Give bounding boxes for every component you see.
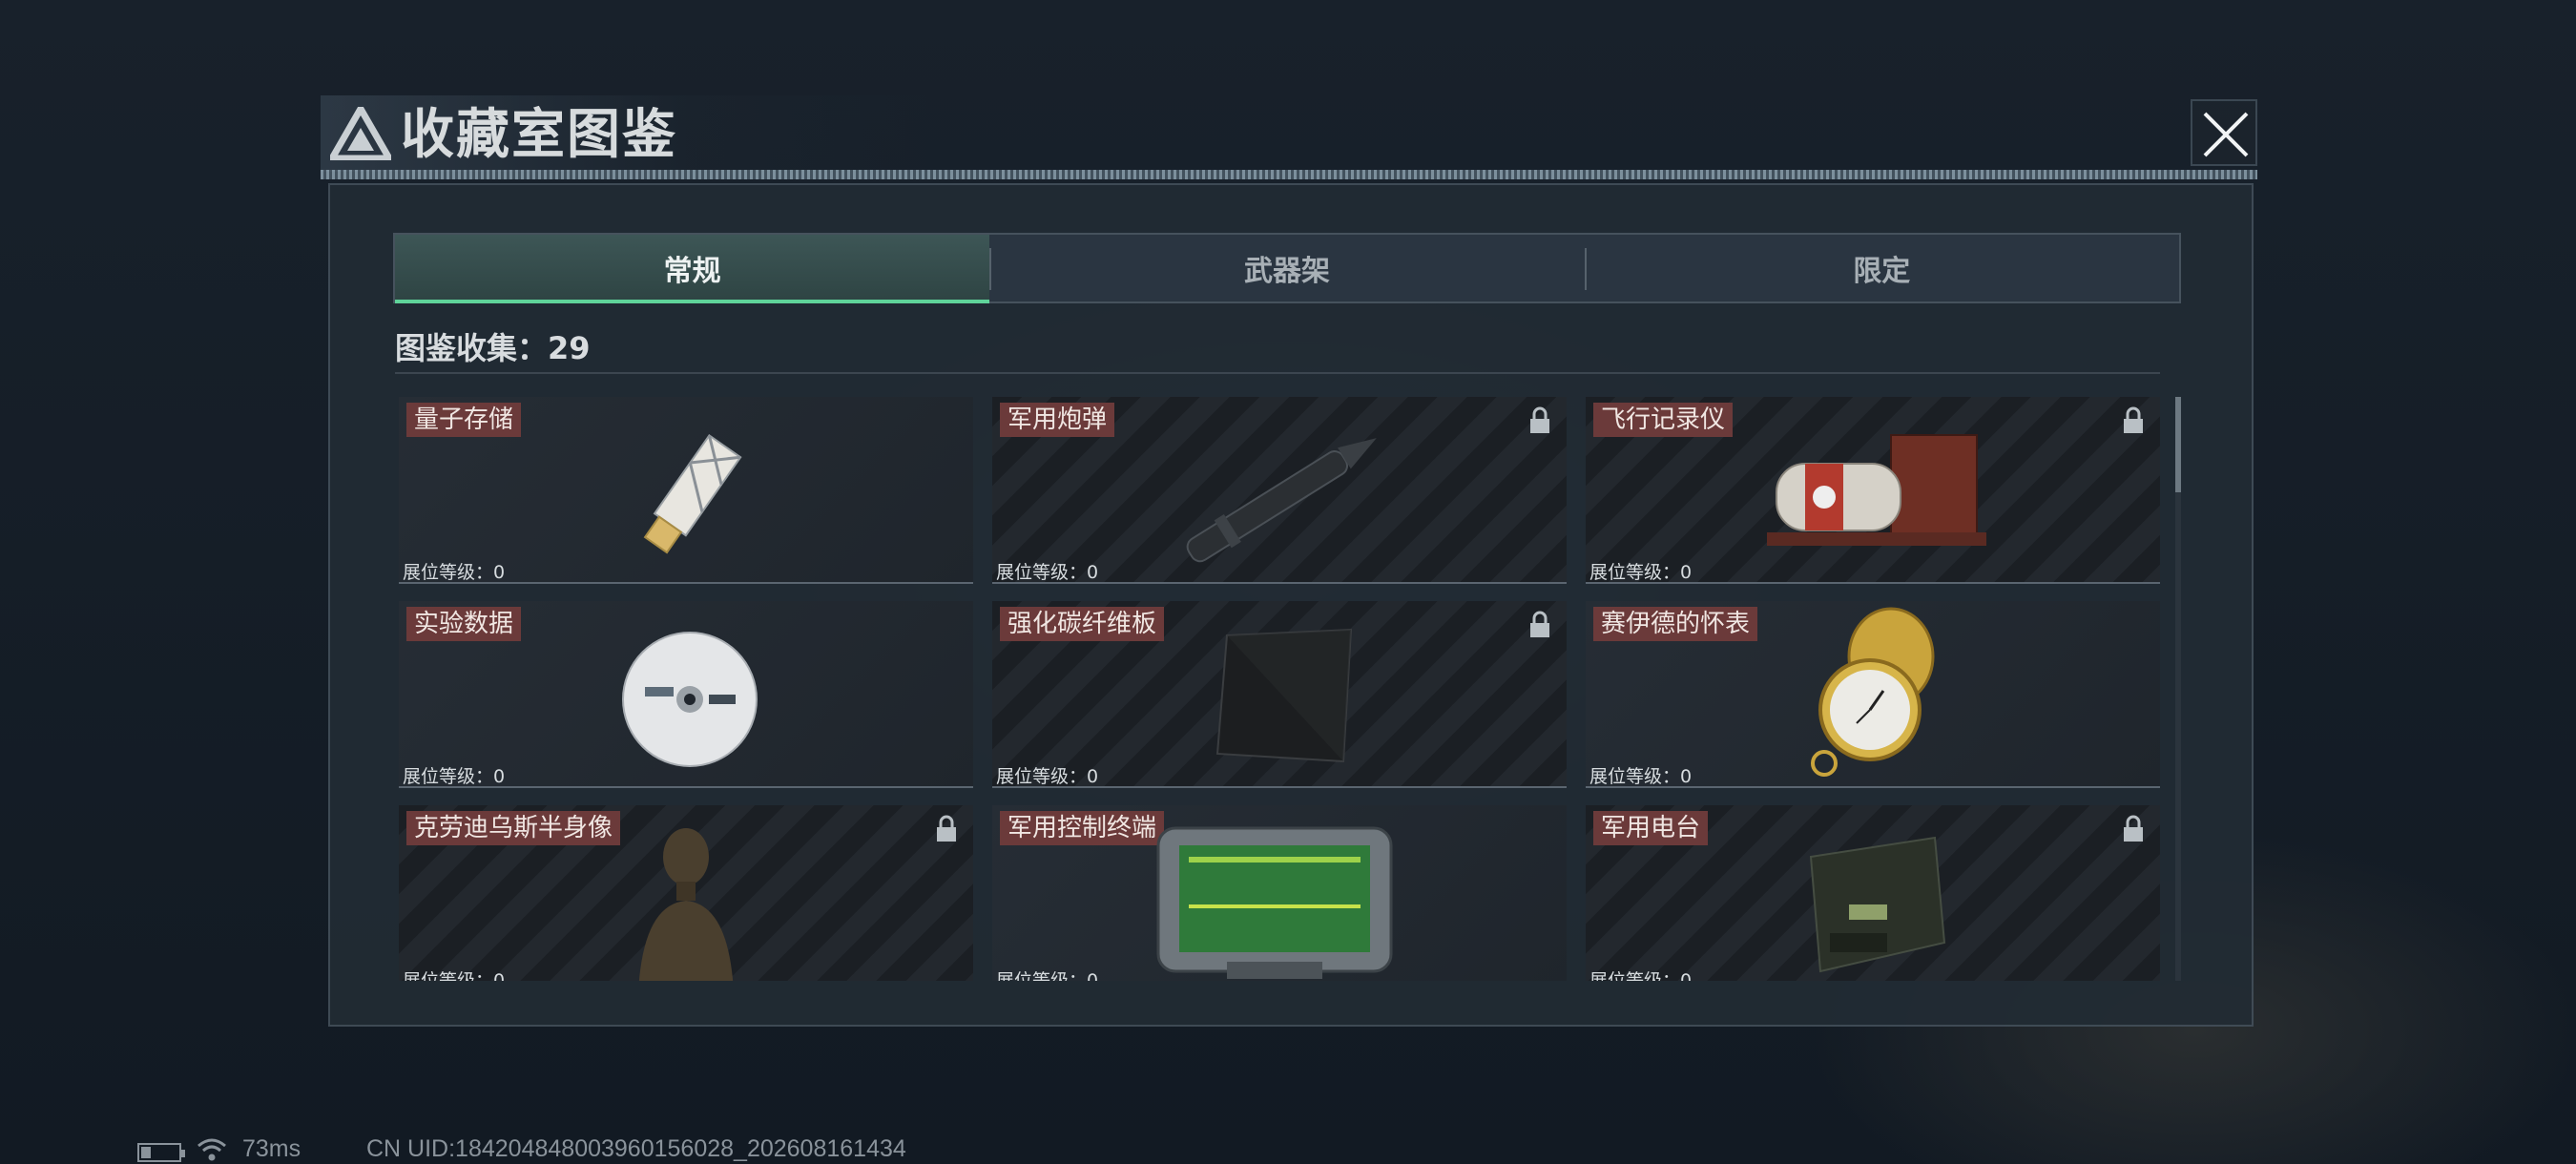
section-divider bbox=[395, 372, 2160, 374]
close-button[interactable] bbox=[2191, 99, 2257, 166]
wifi-icon bbox=[197, 1138, 226, 1161]
item-card[interactable]: 实验数据 展位等级：0 bbox=[399, 601, 973, 788]
booth-level: 展位等级：0 bbox=[403, 970, 506, 981]
usb-drive-icon bbox=[643, 433, 742, 554]
carbon-plate-icon bbox=[1215, 628, 1353, 763]
item-name: 赛伊德的怀表 bbox=[1593, 607, 1758, 641]
card-divider bbox=[399, 582, 973, 584]
item-grid: 量子存储 展位等级：0 军用炮弹 展位等级：0 飞行记录仪 展位等级：0 实验数… bbox=[399, 397, 2164, 981]
artillery-shell-icon bbox=[1186, 438, 1377, 563]
item-name: 军用炮弹 bbox=[1000, 403, 1115, 437]
item-name: 军用控制终端 bbox=[1000, 811, 1165, 845]
close-icon bbox=[2203, 112, 2249, 157]
lock-icon bbox=[1530, 406, 1549, 433]
control-terminal-icon bbox=[1156, 826, 1393, 979]
item-card[interactable]: 飞行记录仪 展位等级：0 bbox=[1586, 397, 2160, 584]
booth-level: 展位等级：0 bbox=[996, 562, 1099, 583]
lock-icon bbox=[1530, 611, 1549, 637]
triangle-logo-icon bbox=[330, 107, 391, 160]
item-name: 克劳迪乌斯半身像 bbox=[406, 811, 621, 845]
tab-bar: 常规 武器架 限定 bbox=[393, 233, 2181, 303]
military-radio-icon bbox=[1809, 836, 1946, 973]
item-name: 实验数据 bbox=[406, 607, 522, 641]
scroll-thumb[interactable] bbox=[2175, 397, 2181, 492]
item-card[interactable]: 军用控制终端 展位等级：0 bbox=[992, 805, 1567, 981]
item-name: 军用电台 bbox=[1593, 811, 1709, 845]
card-divider bbox=[992, 786, 1567, 788]
item-card[interactable]: 强化碳纤维板 展位等级：0 bbox=[992, 601, 1567, 788]
booth-level: 展位等级：0 bbox=[403, 562, 506, 583]
window-header: 收藏室图鉴 bbox=[321, 95, 2257, 179]
lock-icon bbox=[2124, 815, 2143, 842]
item-card[interactable]: 克劳迪乌斯半身像 展位等级：0 bbox=[399, 805, 973, 981]
collection-count: 图鉴收集：29 bbox=[395, 330, 591, 366]
booth-level: 展位等级：0 bbox=[1589, 562, 1693, 583]
card-divider bbox=[1586, 786, 2160, 788]
ping-readout: 73ms bbox=[242, 1135, 301, 1162]
user-uid: CN UID:18420484800396015​6028_2026081614… bbox=[366, 1135, 906, 1162]
battery-icon bbox=[137, 1143, 185, 1162]
item-name: 量子存储 bbox=[406, 403, 522, 437]
grid-scrollbar[interactable] bbox=[2175, 397, 2181, 981]
item-card[interactable]: 军用炮弹 展位等级：0 bbox=[992, 397, 1567, 584]
page-title: 收藏室图鉴 bbox=[401, 104, 677, 166]
pocket-watch-icon bbox=[1811, 607, 1935, 777]
flight-recorder-icon bbox=[1767, 434, 1986, 546]
collection-panel: 常规 武器架 限定 图鉴收集：29 量子存储 展位等级：0 军用炮弹 展位等级：… bbox=[328, 183, 2254, 1027]
item-card[interactable]: 赛伊德的怀表 展位等级：0 bbox=[1586, 601, 2160, 788]
item-card[interactable]: 军用电台 展位等级：0 bbox=[1586, 805, 2160, 981]
lock-icon bbox=[937, 815, 956, 842]
bust-statue-icon bbox=[638, 828, 734, 981]
card-divider bbox=[992, 582, 1567, 584]
card-divider bbox=[1586, 582, 2160, 584]
item-card[interactable]: 量子存储 展位等级：0 bbox=[399, 397, 973, 584]
lock-icon bbox=[2124, 406, 2143, 433]
header-divider bbox=[321, 170, 2257, 179]
tab-limited[interactable]: 限定 bbox=[1584, 235, 2179, 301]
booth-level: 展位等级：0 bbox=[1589, 766, 1693, 787]
booth-level: 展位等级：0 bbox=[996, 766, 1099, 787]
booth-level: 展位等级：0 bbox=[1589, 970, 1693, 981]
card-divider bbox=[399, 786, 973, 788]
disc-icon bbox=[622, 632, 758, 767]
booth-level: 展位等级：0 bbox=[996, 970, 1099, 981]
battery-fill bbox=[141, 1147, 151, 1158]
item-name: 飞行记录仪 bbox=[1593, 403, 1734, 437]
item-name: 强化碳纤维板 bbox=[1000, 607, 1165, 641]
tab-regular[interactable]: 常规 bbox=[395, 235, 990, 303]
booth-level: 展位等级：0 bbox=[403, 766, 506, 787]
tab-weapon-rack[interactable]: 武器架 bbox=[989, 235, 1584, 301]
